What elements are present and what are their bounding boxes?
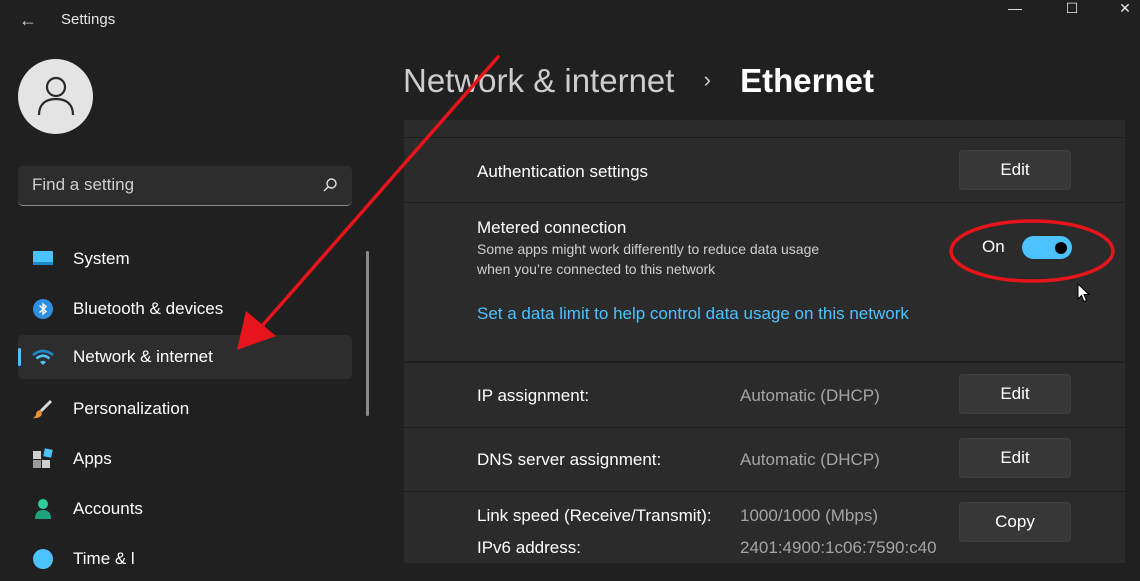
back-arrow-icon[interactable]: ← bbox=[16, 8, 40, 32]
metered-connection-label: Metered connection bbox=[477, 218, 627, 237]
mouse-cursor-icon bbox=[1077, 283, 1090, 303]
maximize-button[interactable]: ☐ bbox=[1049, 0, 1095, 22]
search-input[interactable] bbox=[18, 166, 308, 204]
ipv6-address-value: 2401:4900:1c06:7590:c40 bbox=[740, 538, 937, 557]
sidebar-item-system[interactable]: System bbox=[18, 237, 352, 281]
link-speed-label: Link speed (Receive/Transmit): bbox=[477, 506, 712, 525]
dns-assignment-value: Automatic (DHCP) bbox=[740, 450, 880, 469]
settings-card-top bbox=[404, 120, 1125, 137]
ip-assignment-value: Automatic (DHCP) bbox=[740, 386, 880, 405]
globe-icon bbox=[33, 549, 53, 569]
divider bbox=[404, 427, 1125, 428]
page-title: Ethernet bbox=[740, 62, 874, 99]
copy-button[interactable]: Copy bbox=[959, 502, 1071, 542]
brush-icon bbox=[33, 399, 53, 419]
divider bbox=[404, 202, 1125, 203]
sidebar-item-label: Personalization bbox=[73, 399, 190, 418]
metered-connection-toggle[interactable] bbox=[1022, 236, 1072, 259]
metered-description-line1: Some apps might work differently to redu… bbox=[477, 241, 820, 257]
breadcrumb: Network & internet › Ethernet bbox=[403, 62, 874, 100]
chevron-right-icon: › bbox=[703, 67, 711, 92]
data-limit-link[interactable]: Set a data limit to help control data us… bbox=[477, 304, 909, 324]
sidebar-item-label: Bluetooth & devices bbox=[73, 299, 224, 318]
person-icon bbox=[35, 499, 51, 519]
sidebar-item-time-language[interactable]: Time & l bbox=[18, 537, 352, 581]
avatar[interactable] bbox=[18, 59, 93, 134]
sidebar-item-label: Time & l bbox=[73, 549, 135, 568]
search-icon[interactable] bbox=[322, 177, 338, 193]
dns-assignment-edit-button[interactable]: Edit bbox=[959, 438, 1071, 478]
sidebar-item-label: Network & internet bbox=[73, 347, 213, 366]
bluetooth-icon bbox=[33, 299, 53, 319]
ip-assignment-label: IP assignment: bbox=[477, 386, 590, 405]
apps-icon bbox=[33, 448, 53, 468]
sidebar-scrollbar[interactable] bbox=[366, 251, 369, 416]
breadcrumb-parent[interactable]: Network & internet bbox=[403, 62, 674, 99]
link-speed-value: 1000/1000 (Mbps) bbox=[740, 506, 878, 525]
sidebar-item-personalization[interactable]: Personalization bbox=[18, 387, 352, 431]
sidebar-item-network-internet[interactable]: Network & internet bbox=[18, 335, 352, 379]
authentication-settings-label: Authentication settings bbox=[477, 162, 649, 181]
ip-assignment-edit-button[interactable]: Edit bbox=[959, 374, 1071, 414]
title-bar: ← Settings — ☐ ✕ bbox=[0, 0, 1140, 40]
sidebar-item-label: System bbox=[73, 249, 130, 268]
minimize-button[interactable]: — bbox=[992, 0, 1038, 22]
wifi-icon bbox=[32, 349, 54, 365]
system-icon bbox=[33, 251, 53, 265]
sidebar-item-label: Accounts bbox=[73, 499, 143, 518]
sidebar-item-accounts[interactable]: Accounts bbox=[18, 487, 352, 531]
close-button[interactable]: ✕ bbox=[1102, 0, 1140, 22]
toggle-state-label: On bbox=[982, 237, 1005, 256]
ipv6-address-label: IPv6 address: bbox=[477, 538, 581, 557]
user-icon bbox=[37, 76, 75, 116]
toggle-knob bbox=[1055, 242, 1067, 254]
metered-description-line2: when you’re connected to this network bbox=[477, 261, 716, 277]
sidebar-item-label: Apps bbox=[73, 449, 112, 468]
search-box[interactable] bbox=[18, 166, 352, 206]
sidebar-item-apps[interactable]: Apps bbox=[18, 437, 352, 481]
selection-indicator bbox=[18, 348, 21, 366]
app-title: Settings bbox=[61, 11, 116, 28]
sidebar-item-bluetooth-devices[interactable]: Bluetooth & devices bbox=[18, 287, 352, 331]
authentication-edit-button[interactable]: Edit bbox=[959, 150, 1071, 190]
divider bbox=[404, 491, 1125, 492]
dns-assignment-label: DNS server assignment: bbox=[477, 450, 662, 469]
